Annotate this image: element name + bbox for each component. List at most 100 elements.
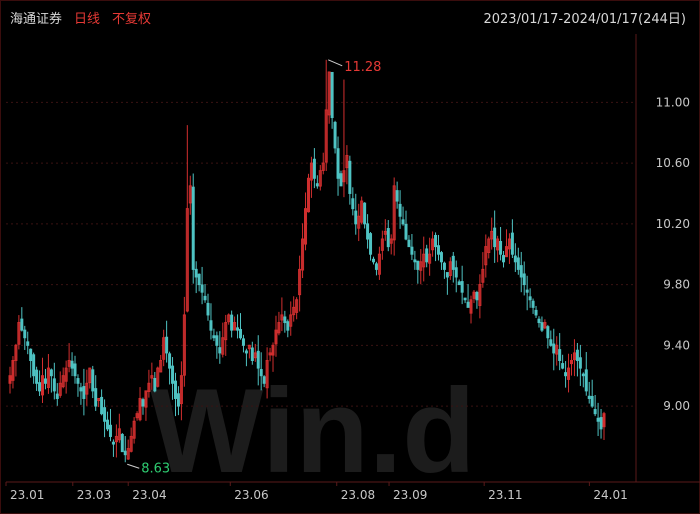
- candle-body: [203, 295, 207, 301]
- candle-body: [528, 296, 532, 301]
- candle-body: [395, 190, 399, 202]
- candle-body: [200, 284, 204, 293]
- candle-body: [374, 263, 378, 270]
- candle-body: [549, 339, 553, 346]
- candle-body: [73, 363, 77, 377]
- candle-body: [593, 409, 597, 415]
- candle-body: [564, 372, 568, 377]
- x-tick-label: 23.06: [234, 488, 268, 502]
- candle-body: [451, 255, 455, 270]
- candle-body: [366, 223, 370, 240]
- candle-body: [171, 365, 175, 384]
- candle-body: [111, 441, 115, 445]
- candle-body: [106, 419, 110, 430]
- x-tick-label: 23.09: [393, 488, 427, 502]
- candle-body: [312, 158, 316, 179]
- candle-body: [546, 326, 550, 339]
- candle-body: [259, 369, 263, 377]
- candle-body: [596, 417, 600, 422]
- x-tick-label: 23.01: [10, 488, 44, 502]
- candle-body: [398, 203, 402, 217]
- candle-body: [35, 369, 39, 384]
- candle-body: [534, 309, 538, 316]
- candle-body: [463, 297, 467, 301]
- low-label: 8.63: [141, 461, 170, 476]
- candle-body: [206, 302, 210, 316]
- candle-body: [197, 273, 201, 286]
- candle-body: [466, 301, 470, 308]
- candle-body: [239, 328, 243, 339]
- candle-body: [510, 232, 514, 255]
- candle-body: [76, 378, 80, 384]
- candle-body: [499, 240, 503, 255]
- candle-body: [209, 320, 213, 331]
- candle-body: [537, 318, 541, 324]
- candle-body: [475, 291, 479, 301]
- candle-body: [256, 350, 260, 369]
- candle-body: [439, 252, 443, 263]
- candle-body: [445, 272, 449, 278]
- candle-body: [330, 71, 334, 119]
- candle-body: [168, 353, 172, 369]
- candle-body: [590, 395, 594, 407]
- candle-body: [79, 387, 83, 392]
- candle-body: [519, 265, 523, 278]
- candle-body: [410, 246, 414, 255]
- candlestick-chart: Win.d 9.00 9.40 9.80 10.20 10.60 11.00 23.01 2…: [5, 34, 700, 502]
- y-tick-label: 11.00: [656, 95, 690, 109]
- candle-body: [369, 233, 373, 255]
- x-tick-label: 23.08: [341, 488, 375, 502]
- candle-body: [23, 329, 27, 339]
- candle-body: [262, 376, 266, 384]
- candle-body: [141, 399, 145, 407]
- high-pointer: [328, 59, 343, 67]
- candle-body: [191, 186, 195, 270]
- candle-body: [442, 262, 446, 270]
- candle-body: [425, 248, 429, 263]
- candle-body: [173, 380, 177, 399]
- candle-body: [522, 273, 526, 286]
- candle-body: [404, 223, 408, 240]
- candle-body: [100, 396, 104, 415]
- candle-body: [286, 321, 290, 331]
- candle-body: [283, 316, 287, 324]
- candle-body: [315, 183, 319, 187]
- candle-body: [20, 318, 24, 331]
- candle-body: [108, 424, 112, 437]
- candle-body: [230, 314, 234, 331]
- candle-body: [561, 363, 565, 369]
- candle-body: [513, 255, 517, 263]
- candle-body: [575, 349, 579, 362]
- candle-body: [552, 343, 556, 354]
- candle-body: [351, 198, 355, 210]
- candle-body: [55, 393, 59, 399]
- low-pointer: [127, 463, 140, 469]
- candle-body: [348, 160, 352, 194]
- watermark: Win.d: [150, 364, 476, 498]
- candle-body: [558, 349, 562, 362]
- candle-body: [581, 373, 585, 377]
- candle-body: [437, 245, 441, 255]
- x-tick-label: 23.04: [132, 488, 166, 502]
- candle-body: [413, 259, 417, 263]
- high-label: 11.28: [344, 60, 381, 75]
- candle-body: [454, 267, 458, 278]
- candle-body: [52, 378, 56, 392]
- y-tick-label: 9.00: [663, 399, 690, 413]
- candle-body: [176, 393, 180, 407]
- candle-body: [540, 322, 544, 331]
- candle-body: [336, 148, 340, 179]
- candle-body: [333, 121, 337, 149]
- candle-body: [91, 369, 95, 392]
- candle-body: [212, 335, 216, 339]
- candle-body: [43, 378, 47, 384]
- candle-body: [244, 350, 248, 354]
- candle-body: [457, 281, 461, 286]
- candle-body: [371, 258, 375, 263]
- candle-body: [434, 234, 438, 248]
- candle-body: [363, 202, 367, 225]
- candle-body: [407, 239, 411, 248]
- candle-body: [401, 219, 405, 225]
- candle-body: [531, 300, 535, 308]
- x-tick-label: 23.03: [77, 488, 111, 502]
